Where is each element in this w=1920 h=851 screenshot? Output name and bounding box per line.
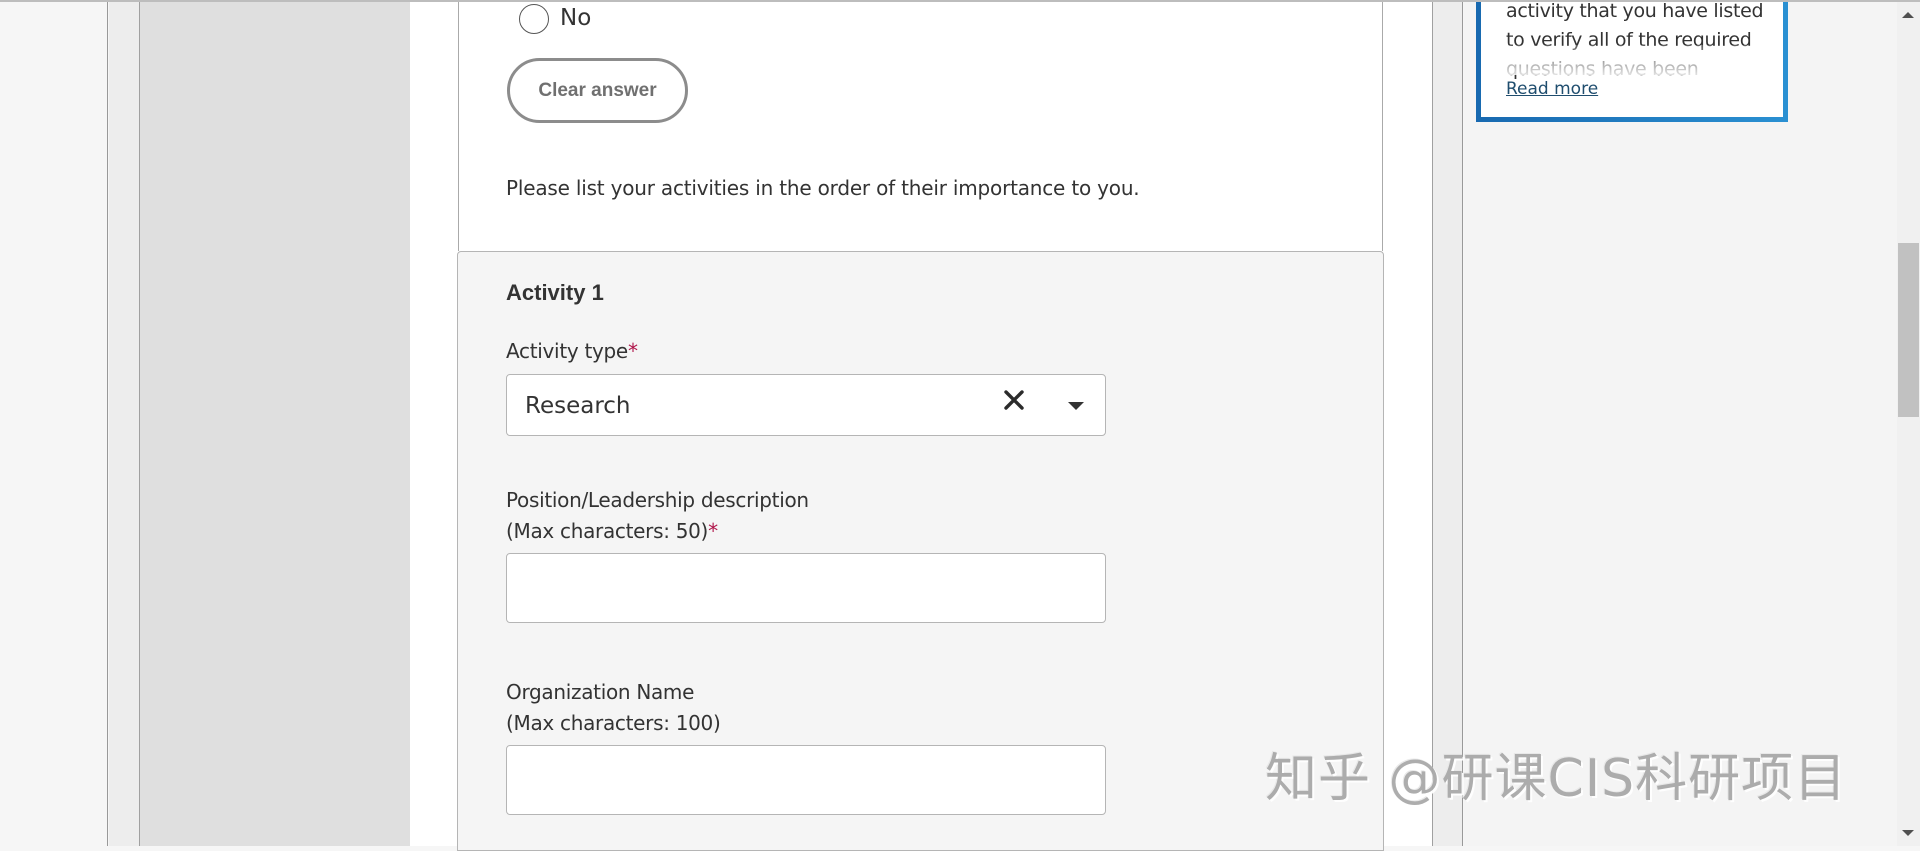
scrollbar-thumb[interactable] [1898,243,1919,417]
read-more-link[interactable]: Read more [1506,79,1598,99]
activity-type-value: Research [525,393,631,419]
caret-down-icon[interactable] [1068,402,1084,410]
position-description-input[interactable] [506,553,1106,623]
activity-type-label: Activity type* [506,339,638,363]
vertical-scrollbar[interactable] [1897,0,1920,846]
scroll-down-arrow-icon[interactable] [1902,830,1914,836]
radio-no-label[interactable]: No [560,5,591,31]
notice-text-fade [1481,45,1783,75]
watermark: 知乎 @研课CIS科研项目 [1265,749,1848,809]
question-card [458,0,1383,251]
position-label-max: (Max characters: 50) [506,519,709,543]
position-label-line2: (Max characters: 50)* [506,519,718,543]
activity-type-label-text: Activity type [506,339,628,363]
right-gutter [1432,0,1463,846]
page-margin-left [0,0,108,846]
organization-label-line2: (Max characters: 100) [506,711,721,735]
notice-box: activity that you have listed to verify … [1476,0,1788,122]
left-sidebar-area [140,0,410,846]
activities-instruction: Please list your activities in the order… [506,176,1140,200]
organization-label-line1: Organization Name [506,680,695,704]
window-top-border [0,0,1920,2]
activity-title: Activity 1 [506,280,604,305]
required-mark: * [708,519,718,543]
position-label-line1: Position/Leadership description [506,488,809,512]
scroll-up-arrow-icon[interactable] [1902,12,1914,18]
clear-answer-button[interactable]: Clear answer [507,58,688,123]
required-mark: * [627,339,638,363]
notice-box-inner: activity that you have listed to verify … [1481,0,1783,117]
right-sidebar-area [1464,0,1897,846]
left-gutter [109,0,140,846]
radio-no[interactable] [519,4,549,34]
close-icon[interactable] [1002,388,1026,412]
organization-name-input[interactable] [506,745,1106,815]
